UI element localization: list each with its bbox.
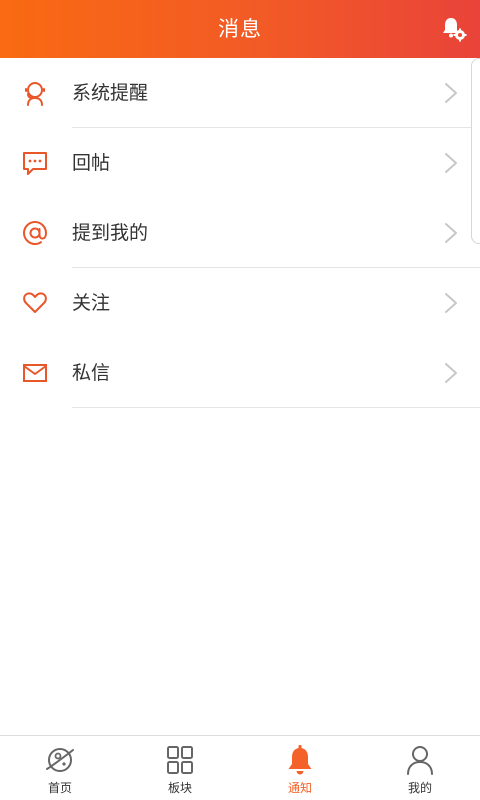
bell-icon <box>288 745 312 775</box>
headset-icon <box>25 82 45 106</box>
menu-item-replies[interactable]: 回帖 <box>0 128 480 198</box>
heart-icon <box>23 292 47 313</box>
grid-icon <box>167 746 193 774</box>
tab-notifications[interactable]: 通知 <box>240 736 360 800</box>
planet-icon <box>46 748 74 772</box>
menu-item-system-notice[interactable]: 系统提醒 <box>0 58 480 128</box>
tab-home[interactable]: 首页 <box>0 736 120 800</box>
message-menu-list: 系统提醒 回帖 提到我的 关注 私信 <box>0 58 480 408</box>
bottom-tab-bar: 首页 板块 通知 我的 <box>0 735 480 800</box>
app-window: 消息 系统提醒 回帖 提到我的 关注 私信 首页 板块 通知 我的 <box>0 0 480 800</box>
edge-swipe-handle[interactable] <box>471 58 480 244</box>
menu-item-label: 关注 <box>72 292 111 314</box>
chevron-right-icon <box>445 363 457 383</box>
tab-label: 我的 <box>407 781 432 795</box>
at-sign-icon <box>22 220 48 246</box>
chat-bubble-icon <box>23 152 47 175</box>
chevron-right-icon <box>445 153 457 173</box>
menu-item-follow[interactable]: 关注 <box>0 268 480 338</box>
person-icon <box>407 746 433 775</box>
envelope-icon <box>23 364 47 382</box>
menu-item-label: 回帖 <box>72 152 111 174</box>
menu-item-label: 提到我的 <box>72 222 149 244</box>
menu-item-private-message[interactable]: 私信 <box>0 338 480 408</box>
menu-item-mentions[interactable]: 提到我的 <box>0 198 480 268</box>
tab-label: 通知 <box>287 781 312 795</box>
tab-label: 板块 <box>167 781 192 795</box>
divider <box>72 407 480 408</box>
tab-label: 首页 <box>47 781 72 795</box>
tab-boards[interactable]: 板块 <box>120 736 240 800</box>
bell-settings-icon[interactable] <box>440 15 468 43</box>
header-bar: 消息 <box>0 0 480 58</box>
menu-item-label: 私信 <box>72 362 111 384</box>
chevron-right-icon <box>445 83 457 103</box>
menu-item-label: 系统提醒 <box>72 82 149 104</box>
tab-profile[interactable]: 我的 <box>360 736 480 800</box>
chevron-right-icon <box>445 293 457 313</box>
chevron-right-icon <box>445 223 457 243</box>
page-title: 消息 <box>218 17 262 41</box>
